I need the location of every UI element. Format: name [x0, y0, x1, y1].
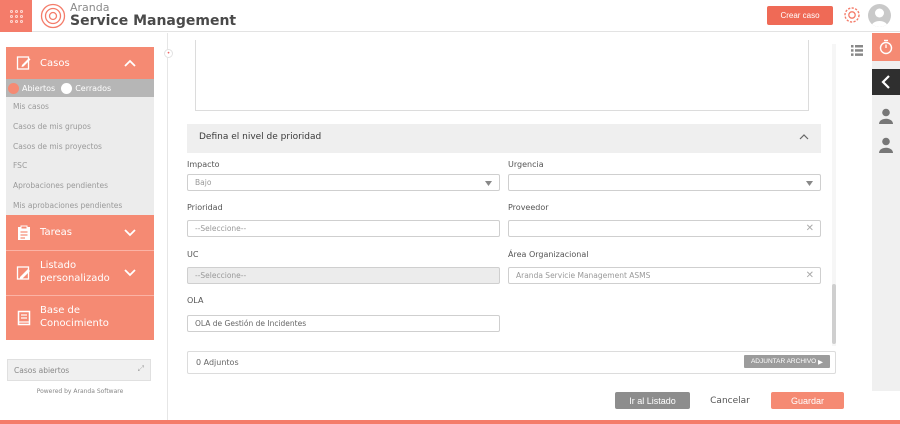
impacto-select[interactable]: Bajo: [187, 174, 500, 191]
area-value: Aranda Servicie Management ASMS: [516, 271, 651, 280]
user-avatar-icon: [871, 8, 888, 27]
sidebar-item-casos-proyectos[interactable]: Casos de mis proyectos: [6, 136, 154, 156]
sidebar-listado-label: Listado personalizado: [40, 259, 110, 285]
clear-icon[interactable]: ✕: [806, 223, 814, 234]
sidebar-item-mis-aprobaciones[interactable]: Mis aprobaciones pendientes: [6, 195, 154, 215]
top-bar: Aranda Service Management Crear caso: [0, 0, 900, 32]
sidebar-base-label: Base de Conocimiento: [40, 304, 109, 330]
apps-menu-button[interactable]: [0, 0, 32, 32]
sidebar-item-aprobaciones[interactable]: Aprobaciones pendientes: [6, 176, 154, 196]
sidebar-listado-line2: personalizado: [40, 273, 110, 285]
open-cases-widget[interactable]: Casos abiertos ⤢: [7, 359, 151, 381]
powered-by-text: Powered by Aranda Software: [36, 388, 124, 395]
user-icon: [879, 108, 893, 124]
uc-value: --Seleccione--: [195, 271, 247, 280]
radio-unselected-icon: [61, 82, 73, 94]
ola-label: OLA: [187, 296, 204, 305]
custom-list-icon: [16, 266, 30, 280]
gear-icon[interactable]: [842, 5, 862, 25]
chevron-down-icon: [124, 269, 136, 277]
area-field[interactable]: Aranda Servicie Management ASMS ✕: [508, 267, 821, 284]
right-rail: [872, 33, 900, 391]
casos-submenu: Mis casos Casos de mis grupos Casos de m…: [6, 97, 154, 216]
attach-file-button[interactable]: ADJUNTAR ARCHIVO ▶: [744, 355, 830, 368]
chevron-up-icon: [799, 134, 809, 140]
uc-select: --Seleccione--: [187, 267, 500, 284]
urgencia-select[interactable]: [508, 174, 821, 191]
clear-icon[interactable]: ✕: [806, 270, 814, 281]
left-sidebar: Casos Abiertos Cerrados Mis casos Casos …: [0, 33, 168, 424]
list-view-icon[interactable]: [851, 45, 863, 56]
brand-name: Aranda Service Management: [70, 2, 236, 28]
app-root: Aranda Service Management Crear caso Cas…: [0, 0, 900, 424]
open-cases-label: Casos abiertos: [14, 366, 70, 375]
collapse-panel-button[interactable]: [872, 69, 900, 95]
proveedor-label: Proveedor: [508, 203, 549, 212]
filter-open-label: Abiertos: [22, 83, 56, 93]
play-icon: ▶: [818, 358, 824, 366]
ola-field[interactable]: OLA de Gestión de Incidentes: [187, 315, 500, 332]
priority-section-title: Defina el nivel de prioridad: [199, 132, 322, 142]
stopwatch-icon: [879, 39, 893, 55]
timer-button[interactable]: [872, 33, 900, 61]
radio-selected-icon: [8, 82, 19, 94]
save-button[interactable]: Guardar: [771, 392, 844, 409]
sidebar-section-tareas[interactable]: Tareas: [6, 215, 154, 251]
uc-label: UC: [187, 250, 199, 259]
footer-accent-line: [0, 420, 900, 424]
sidebar-casos-label: Casos: [40, 58, 70, 69]
area-label: Área Organizacional: [508, 250, 589, 259]
prioridad-value: --Seleccione--: [195, 224, 247, 233]
dropdown-arrow-icon: [806, 181, 813, 186]
prioridad-label: Prioridad: [187, 203, 223, 212]
user-avatar[interactable]: [868, 4, 891, 27]
chevron-down-icon: [124, 228, 136, 236]
sidebar-menu: Casos Abiertos Cerrados Mis casos Casos …: [6, 47, 154, 341]
filter-closed-radio[interactable]: Cerrados: [61, 82, 112, 94]
impacto-label: Impacto: [187, 160, 220, 169]
brand-small-text: Aranda: [70, 1, 110, 14]
sidebar-section-casos[interactable]: Casos: [6, 47, 154, 79]
attachments-count: 0 Adjuntos: [196, 358, 239, 367]
sidebar-listado-line1: Listado: [40, 260, 77, 272]
sidebar-section-listado[interactable]: Listado personalizado: [6, 250, 154, 296]
filter-closed-label: Cerrados: [75, 83, 112, 93]
priority-section-header[interactable]: Defina el nivel de prioridad: [187, 124, 821, 153]
chevron-left-icon: [881, 75, 890, 89]
ola-value: OLA de Gestión de Incidentes: [195, 319, 307, 328]
collapse-sidebar-button[interactable]: •: [164, 49, 173, 58]
urgencia-label: Urgencia: [508, 160, 544, 169]
sidebar-section-base-conocimiento[interactable]: Base de Conocimiento: [6, 295, 154, 341]
expand-icon[interactable]: ⤢: [138, 364, 144, 374]
cancel-button[interactable]: Cancelar: [697, 392, 763, 409]
description-textarea[interactable]: [195, 40, 809, 111]
sidebar-item-casos-grupos[interactable]: Casos de mis grupos: [6, 117, 154, 137]
dropdown-arrow-icon: [485, 181, 492, 186]
attachments-bar: 0 Adjuntos: [187, 351, 836, 374]
scrollbar-thumb[interactable]: [832, 284, 836, 344]
brand-main-text: Service Management: [70, 13, 237, 29]
user-group-panel-button[interactable]: [872, 134, 900, 156]
sidebar-base-line2: Conocimiento: [40, 318, 109, 330]
edit-document-icon: [16, 56, 31, 70]
impacto-value: Bajo: [195, 178, 212, 187]
clipboard-icon: [18, 225, 30, 240]
book-icon: [17, 310, 31, 326]
sidebar-base-line1: Base de: [40, 305, 81, 317]
attach-file-label: ADJUNTAR ARCHIVO: [750, 358, 817, 365]
create-case-button[interactable]: Crear caso: [767, 6, 833, 25]
filter-open-radio[interactable]: Abiertos: [8, 82, 56, 94]
case-status-filter: Abiertos Cerrados: [6, 79, 154, 97]
prioridad-select[interactable]: --Seleccione--: [187, 220, 500, 237]
go-to-list-button[interactable]: Ir al Listado: [615, 392, 690, 409]
apps-grid-icon: [9, 9, 23, 23]
sidebar-item-mis-casos[interactable]: Mis casos: [6, 97, 154, 117]
user-panel-button[interactable]: [872, 105, 900, 127]
sidebar-tareas-label: Tareas: [40, 227, 72, 239]
proveedor-field[interactable]: ✕: [508, 220, 821, 237]
user-icon: [879, 137, 893, 153]
aranda-logo-icon: [40, 3, 66, 29]
sidebar-item-fsc[interactable]: FSC: [6, 156, 154, 176]
chevron-up-icon: [124, 59, 136, 67]
